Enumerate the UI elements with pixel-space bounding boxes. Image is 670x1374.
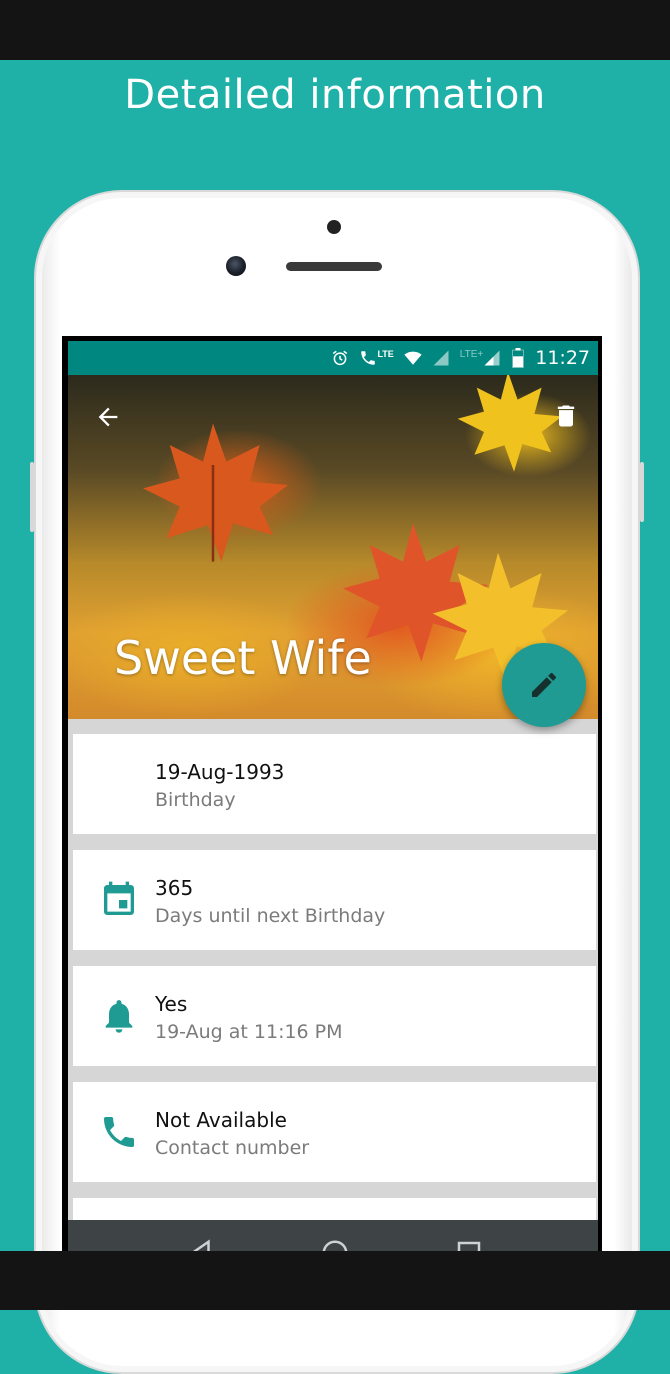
alarm-icon <box>333 350 348 366</box>
delete-icon[interactable] <box>552 401 580 431</box>
wifi-icon <box>404 351 422 365</box>
top-black-bar <box>0 0 670 60</box>
phone-side-button <box>30 462 34 532</box>
birthday-date: 19-Aug-1993 <box>155 760 285 784</box>
lte-label: LTE <box>377 349 394 359</box>
days-until-label: Days until next Birthday <box>155 905 386 927</box>
bell-icon <box>105 1000 133 1033</box>
lte-plus-label: LTE+ <box>459 349 484 360</box>
days-until-value: 365 <box>155 876 194 900</box>
phone-side-button <box>640 462 644 522</box>
contact-name: Sweet Wife <box>114 631 372 685</box>
contact-card[interactable]: Not Available Contact number <box>73 1082 596 1182</box>
phone-icon <box>104 1117 134 1147</box>
lte-call-icon: LTE <box>359 349 394 367</box>
maple-leaf-image <box>457 375 562 472</box>
contact-value: Not Available <box>155 1108 287 1132</box>
edit-button[interactable] <box>502 643 586 727</box>
reminder-time: 19-Aug at 11:16 PM <box>155 1021 343 1043</box>
earpiece-speaker <box>286 262 382 271</box>
signal-icon <box>433 350 449 366</box>
back-arrow-icon[interactable] <box>94 403 122 431</box>
status-time: 11:27 <box>535 347 590 369</box>
phone-screen: LTE LTE+ 11:27 Sweet Wife 19-Aug-1993 Bi… <box>62 336 602 1266</box>
birthday-card[interactable]: 19-Aug-1993 Birthday <box>73 734 596 834</box>
bottom-black-bar <box>0 1251 670 1310</box>
contact-label: Contact number <box>155 1137 310 1159</box>
app-screen: LTE LTE+ 11:27 Sweet Wife 19-Aug-1993 Bi… <box>68 341 598 1261</box>
calendar-icon <box>104 881 134 915</box>
signal-icon <box>484 350 500 366</box>
status-bar: LTE LTE+ 11:27 <box>68 341 598 375</box>
battery-icon <box>512 348 525 368</box>
proximity-sensor <box>327 220 341 234</box>
front-camera <box>226 256 246 276</box>
reminder-value: Yes <box>155 992 188 1016</box>
pencil-icon <box>532 672 556 697</box>
promo-title: Detailed information <box>124 72 546 118</box>
maple-leaf-image <box>143 423 288 562</box>
birthday-label: Birthday <box>155 789 236 811</box>
lte-plus-signal: LTE+ <box>460 349 501 367</box>
reminder-card[interactable]: Yes 19-Aug at 11:16 PM <box>73 966 596 1066</box>
days-until-card[interactable]: 365 Days until next Birthday <box>73 850 596 950</box>
